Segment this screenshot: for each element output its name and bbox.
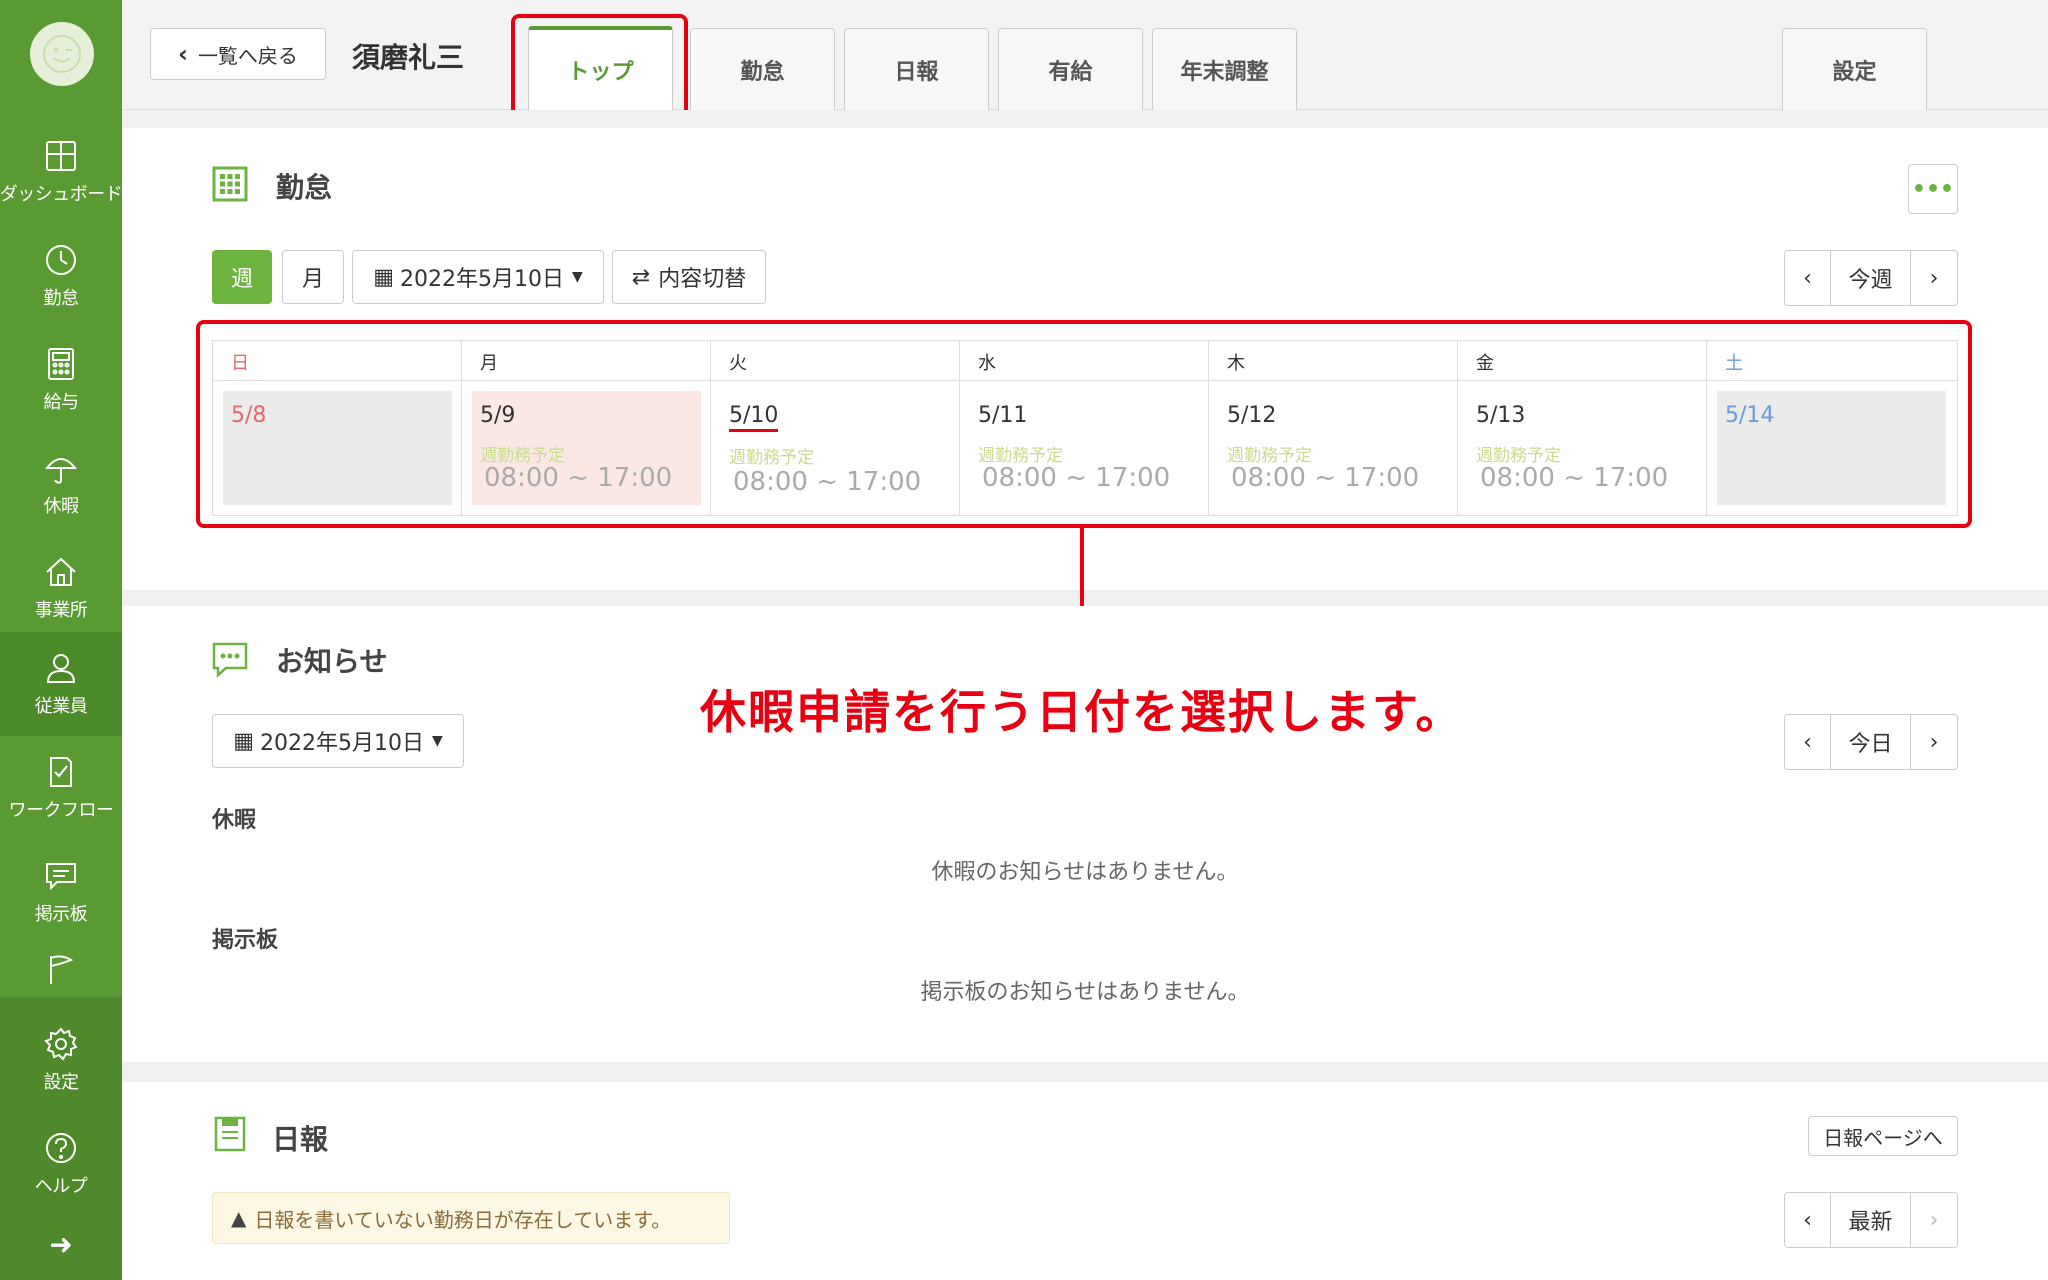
week-nav: ‹ 今週 › bbox=[1784, 250, 1958, 306]
sidebar-item-office[interactable]: 事業所 bbox=[0, 536, 122, 640]
caret-down-icon: ▼ bbox=[572, 269, 583, 285]
notices-title: お知らせ bbox=[276, 645, 388, 678]
daily-report-title: 日報 bbox=[272, 1123, 329, 1156]
next-report-button[interactable]: › bbox=[1911, 1193, 1957, 1247]
sidebar-item-dashboard[interactable]: ダッシュボード bbox=[0, 120, 123, 224]
attendance-title: 勤怠 bbox=[276, 171, 333, 204]
sidebar-item-employees[interactable]: 従業員 bbox=[0, 632, 122, 736]
sidebar-item-label: 事業所 bbox=[34, 600, 88, 621]
leave-notices-heading: 休暇 bbox=[212, 808, 257, 833]
user-icon bbox=[46, 654, 76, 683]
sidebar-item-flag[interactable] bbox=[0, 940, 122, 1000]
month-view-button[interactable]: 月 bbox=[282, 250, 344, 304]
smile-icon bbox=[43, 35, 81, 73]
sidebar-item-label: 従業員 bbox=[34, 696, 88, 717]
caret-down-icon: ▼ bbox=[432, 733, 443, 749]
sidebar-item-label: 掲示板 bbox=[34, 904, 88, 925]
dashboard-icon bbox=[46, 141, 76, 171]
calendar-icon: ▦ bbox=[373, 264, 395, 290]
document-icon bbox=[214, 1116, 246, 1152]
swap-icon: ⇄ bbox=[631, 264, 651, 290]
report-nav: ‹ 最新 › bbox=[1784, 1192, 1958, 1248]
toggle-content-button[interactable]: ⇄ 内容切替 bbox=[612, 250, 766, 304]
sidebar-item-label: ダッシュボード bbox=[0, 184, 123, 205]
sidebar-item-label: ワークフロー bbox=[8, 800, 115, 821]
sidebar-item-label: 勤怠 bbox=[43, 288, 80, 309]
board-empty-message: 掲示板のお知らせはありません。 bbox=[920, 980, 1250, 1005]
checklist-icon bbox=[50, 757, 72, 787]
tab-year-end-adjustment[interactable]: 年末調整 bbox=[1152, 28, 1297, 110]
board-notices-heading: 掲示板 bbox=[212, 928, 279, 953]
sidebar-item-label: 給与 bbox=[43, 392, 80, 413]
annotation-text: 休暇申請を行う日付を選択します。 bbox=[700, 685, 1464, 739]
prev-report-button[interactable]: ‹ bbox=[1785, 1193, 1831, 1247]
leave-empty-message: 休暇のお知らせはありません。 bbox=[931, 860, 1239, 885]
employee-name: 須磨礼三 bbox=[352, 41, 465, 74]
daily-report-page-button[interactable]: 日報ページへ bbox=[1808, 1116, 1958, 1156]
chat-icon bbox=[46, 863, 76, 891]
sidebar-item-label: 休暇 bbox=[43, 496, 80, 517]
tab-attendance[interactable]: 勤怠 bbox=[690, 28, 835, 110]
sidebar-item-label: 設定 bbox=[43, 1072, 80, 1093]
sidebar-item-help[interactable]: ヘルプ bbox=[0, 1112, 122, 1216]
latest-report-button[interactable]: 最新 bbox=[1831, 1193, 1911, 1247]
back-to-list-button[interactable]: ‹ 一覧へ戻る bbox=[150, 28, 326, 80]
help-icon bbox=[46, 1133, 76, 1163]
week-view-button[interactable]: 週 bbox=[212, 250, 272, 304]
calendar-highlight-box bbox=[196, 320, 1972, 528]
umbrella-icon bbox=[44, 458, 78, 484]
tab-daily-report[interactable]: 日報 bbox=[844, 28, 989, 110]
sidebar-item-label: ヘルプ bbox=[34, 1176, 88, 1197]
daily-report-panel bbox=[122, 1082, 2048, 1280]
arrow-right-icon[interactable]: ➜ bbox=[0, 1228, 122, 1261]
calendar-icon: ▦ bbox=[233, 728, 255, 754]
calculator-icon bbox=[48, 348, 74, 380]
prev-week-button[interactable]: ‹ bbox=[1785, 251, 1831, 305]
calendar-grid-icon bbox=[212, 166, 248, 202]
next-day-button[interactable]: › bbox=[1911, 715, 1957, 769]
this-week-button[interactable]: 今週 bbox=[1831, 251, 1911, 305]
notices-date-picker-button[interactable]: ▦ 2022年5月10日 ▼ bbox=[212, 714, 464, 768]
prev-day-button[interactable]: ‹ bbox=[1785, 715, 1831, 769]
sidebar-item-leave[interactable]: 休暇 bbox=[0, 432, 122, 536]
sidebar-item-workflow[interactable]: ワークフロー bbox=[0, 736, 122, 840]
day-nav: ‹ 今日 › bbox=[1784, 714, 1958, 770]
logo[interactable] bbox=[30, 22, 94, 86]
sidebar-item-attendance[interactable]: 勤怠 bbox=[0, 224, 122, 328]
sidebar: ダッシュボード 勤怠 給与 休暇 事業所 従業員 ワークフロー 掲示板 設定 ヘ… bbox=[0, 0, 123, 1280]
flag-icon bbox=[50, 955, 74, 984]
tab-settings[interactable]: 設定 bbox=[1782, 28, 1927, 110]
clock-icon bbox=[46, 245, 76, 275]
header: ‹ 一覧へ戻る 須磨礼三 トップ 勤怠 日報 有給 年末調整 設定 bbox=[122, 0, 2048, 110]
sidebar-item-board[interactable]: 掲示板 bbox=[0, 840, 122, 944]
missing-report-alert: ▲ 日報を書いていない勤務日が存在しています。 bbox=[212, 1192, 730, 1244]
today-button[interactable]: 今日 bbox=[1831, 715, 1911, 769]
warning-icon: ▲ bbox=[231, 1206, 247, 1230]
sidebar-item-settings[interactable]: 設定 bbox=[0, 1008, 122, 1112]
chevron-left-icon: ‹ bbox=[178, 40, 188, 68]
sidebar-item-payroll[interactable]: 給与 bbox=[0, 328, 122, 432]
date-picker-button[interactable]: ▦ 2022年5月10日 ▼ bbox=[352, 250, 604, 304]
home-icon bbox=[46, 557, 76, 586]
speech-bubble-icon bbox=[212, 642, 248, 678]
tab-highlight-box bbox=[511, 14, 688, 125]
tab-paid-leave[interactable]: 有給 bbox=[998, 28, 1143, 110]
gear-icon bbox=[44, 1027, 78, 1061]
more-options-button[interactable]: ••• bbox=[1908, 164, 1958, 214]
next-week-button[interactable]: › bbox=[1911, 251, 1957, 305]
